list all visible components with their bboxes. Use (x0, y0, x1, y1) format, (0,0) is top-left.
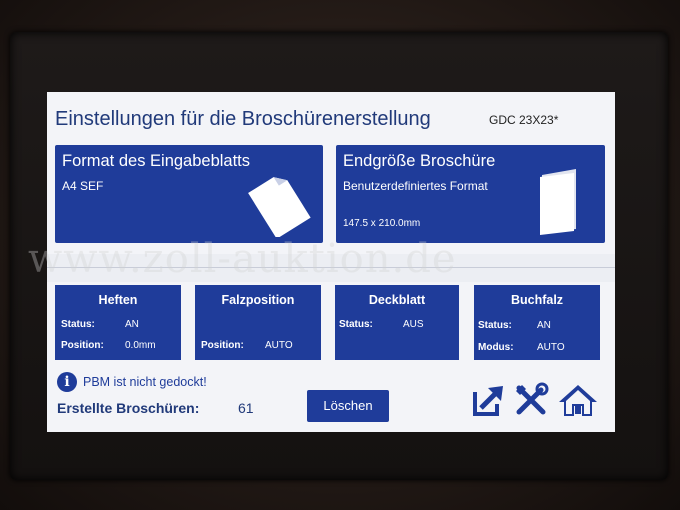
book-fold-mode-value: AUTO (537, 342, 565, 353)
page-title: Einstellungen für die Broschürenerstellu… (55, 108, 431, 130)
book-fold-status-label: Status: (478, 320, 512, 331)
input-format-title: Format des Eingabeblatts (62, 152, 251, 170)
home-icon[interactable] (557, 382, 599, 418)
book-fold-card[interactable]: Buchfalz Status: AN Modus: AUTO (474, 285, 600, 360)
booklets-created-count: 61 (238, 400, 254, 416)
book-fold-status-value: AN (537, 320, 551, 331)
export-icon[interactable] (471, 382, 507, 418)
info-text: PBM ist nicht gedockt! (83, 375, 207, 389)
booklet-size-card[interactable]: Endgröße Broschüre Benutzerdefiniertes F… (336, 145, 605, 243)
cover-sheet-title: Deckblatt (368, 293, 426, 307)
stapling-title: Heften (98, 293, 138, 307)
watermark: www.zoll-auktion.de (28, 236, 457, 282)
cover-sheet-status-value: AUS (403, 319, 424, 330)
fold-position-card[interactable]: Falzposition Position: AUTO (195, 285, 321, 360)
clear-button[interactable]: Löschen (307, 390, 389, 422)
booklet-size-title: Endgröße Broschüre (343, 152, 496, 170)
booklet-dimensions: 147.5 x 210.0mm (343, 218, 421, 229)
stapling-status-value: AN (125, 319, 139, 330)
input-format-value: A4 SEF (62, 179, 104, 193)
info-icon: i (57, 372, 77, 392)
cover-sheet-status-label: Status: (339, 319, 373, 330)
book-fold-mode-label: Modus: (478, 342, 514, 353)
tools-icon[interactable] (513, 382, 549, 418)
input-format-card[interactable]: Format des Eingabeblatts A4 SEF (55, 145, 323, 243)
model-label: GDC 23X23* (489, 113, 559, 127)
booklets-created-label: Erstellte Broschüren: (57, 400, 200, 416)
cover-sheet-card[interactable]: Deckblatt Status: AUS (335, 285, 459, 360)
booklet-size-value: Benutzerdefiniertes Format (343, 179, 488, 193)
title-bar: Einstellungen für die Broschürenerstellu… (47, 92, 615, 142)
booklet-icon (540, 169, 576, 235)
stapling-position-value: 0.0mm (125, 340, 156, 351)
stapling-position-label: Position: (61, 340, 104, 351)
book-fold-title: Buchfalz (510, 293, 564, 307)
stapling-card[interactable]: Heften Status: AN Position: 0.0mm (55, 285, 181, 360)
stapling-status-label: Status: (61, 319, 95, 330)
fold-position-title: Falzposition (221, 293, 295, 307)
fold-position-value: AUTO (265, 340, 293, 351)
paper-sheet-icon (248, 177, 311, 237)
fold-position-label: Position: (201, 340, 244, 351)
